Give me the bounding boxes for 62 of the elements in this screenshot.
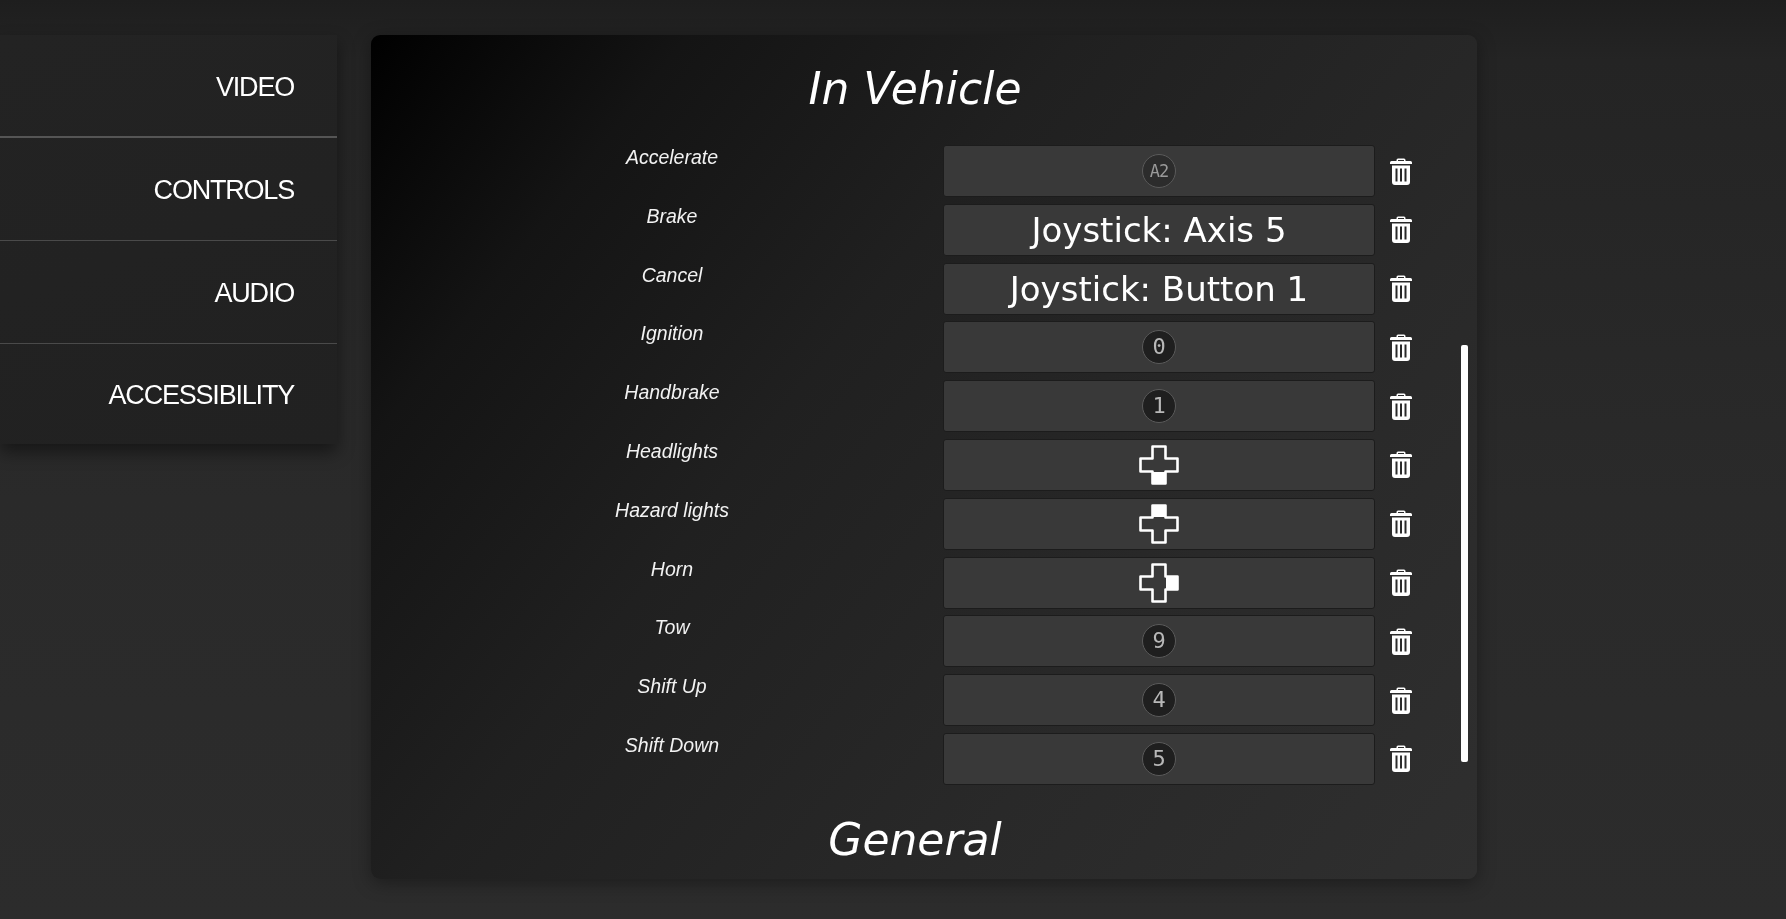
- trash-icon: [1390, 392, 1412, 420]
- trash-icon: [1390, 627, 1412, 655]
- binding-field[interactable]: 0: [943, 321, 1375, 374]
- delete-button[interactable]: [1390, 451, 1412, 479]
- button-badge: 9: [1142, 624, 1176, 659]
- binding-text: Joystick: Button 1: [1009, 268, 1309, 309]
- delete-button[interactable]: [1390, 686, 1412, 714]
- action-label: Ignition: [639, 321, 705, 346]
- binding-field[interactable]: A2: [943, 145, 1375, 197]
- binding-field[interactable]: 1: [943, 380, 1375, 433]
- trash-icon: [1390, 451, 1412, 479]
- nav-item[interactable]: CONTROLS: [153, 175, 294, 205]
- action-label: Accelerate: [624, 145, 720, 169]
- scrollbar-thumb[interactable]: [1461, 345, 1468, 762]
- action-label: Brake: [645, 203, 699, 228]
- nav-item[interactable]: ACCESSIBILITY: [108, 380, 294, 410]
- delete-button[interactable]: [1390, 216, 1412, 244]
- button-badge: 4: [1142, 683, 1176, 718]
- dpad-down-icon: [1139, 445, 1179, 485]
- trash-icon: [1390, 216, 1412, 244]
- trash-icon: [1390, 333, 1412, 361]
- delete-button[interactable]: [1390, 157, 1412, 185]
- trash-icon: [1390, 745, 1412, 773]
- trash-icon: [1390, 157, 1412, 185]
- button-badge: 1: [1142, 389, 1176, 424]
- trash-icon: [1390, 686, 1412, 714]
- binding-field[interactable]: 9: [943, 615, 1375, 668]
- action-label: Shift Down: [623, 732, 721, 757]
- dpad-right-icon: [1139, 562, 1179, 603]
- nav-item[interactable]: AUDIO: [214, 278, 294, 308]
- action-label: Tow: [653, 615, 692, 640]
- delete-button[interactable]: [1390, 569, 1412, 597]
- action-label: Headlights: [624, 439, 720, 463]
- trash-icon: [1390, 275, 1412, 303]
- action-label: Cancel: [640, 262, 704, 287]
- delete-button[interactable]: [1390, 333, 1412, 361]
- trash-icon: [1390, 569, 1412, 597]
- button-badge: 5: [1142, 741, 1176, 776]
- delete-button[interactable]: [1390, 275, 1412, 303]
- binding-field[interactable]: [943, 556, 1375, 609]
- delete-button[interactable]: [1390, 627, 1412, 655]
- trash-icon: [1390, 510, 1412, 538]
- delete-button[interactable]: [1390, 745, 1412, 773]
- binding-field[interactable]: 5: [943, 732, 1375, 785]
- section-title: In Vehicle: [808, 63, 1022, 115]
- button-badge: A2: [1142, 154, 1176, 188]
- binding-field[interactable]: [943, 497, 1375, 550]
- button-badge: 0: [1142, 330, 1176, 365]
- delete-button[interactable]: [1390, 392, 1412, 420]
- action-label: Shift Up: [636, 674, 708, 699]
- action-label: Horn: [649, 556, 695, 581]
- binding-field[interactable]: Joystick: Button 1: [943, 262, 1375, 315]
- dpad-up-icon: [1139, 503, 1179, 544]
- binding-field[interactable]: Joystick: Axis 5: [943, 203, 1375, 256]
- action-label: Hazard lights: [614, 497, 730, 522]
- binding-text: Joystick: Axis 5: [1031, 209, 1287, 250]
- action-label: Handbrake: [623, 380, 721, 405]
- nav-item[interactable]: VIDEO: [215, 71, 294, 102]
- binding-field[interactable]: [943, 439, 1375, 491]
- binding-field[interactable]: 4: [943, 674, 1375, 727]
- section-title: General: [828, 813, 1002, 866]
- delete-button[interactable]: [1390, 510, 1412, 538]
